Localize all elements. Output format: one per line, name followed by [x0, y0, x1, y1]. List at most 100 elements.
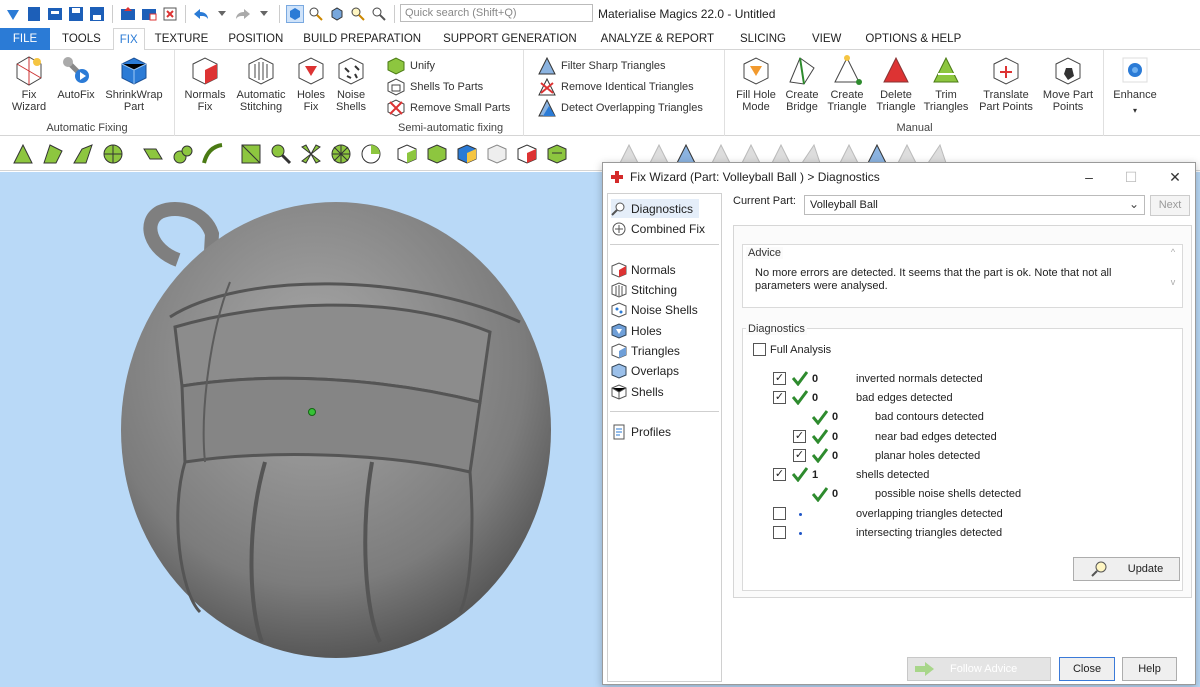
expand-marking-icon[interactable] — [546, 143, 568, 165]
remove-identical-triangles-button[interactable]: Remove Identical Triangles — [537, 77, 694, 97]
select-triangle-icon[interactable] — [12, 143, 34, 165]
select-shell-icon[interactable] — [72, 143, 94, 165]
tab-file[interactable]: FILE — [0, 28, 50, 50]
update-button[interactable]: Update — [1073, 557, 1180, 581]
save-all-icon[interactable] — [88, 5, 106, 23]
nav-item-normals[interactable]: Normals — [611, 260, 682, 279]
zoom-icon[interactable] — [349, 5, 367, 23]
invert-marking-icon[interactable] — [516, 143, 538, 165]
select-sector-icon[interactable] — [360, 143, 382, 165]
overlapping-triangles-checkbox[interactable] — [773, 507, 786, 520]
nav-label-holes: Holes — [631, 323, 662, 338]
close-window-button[interactable]: ✕ — [1163, 167, 1187, 187]
select-plane-icon[interactable] — [142, 143, 164, 165]
move-part-points-button[interactable]: Move Part Points — [1040, 54, 1096, 113]
undo-dropdown-icon[interactable] — [213, 5, 231, 23]
select-cylinder-icon[interactable] — [172, 143, 194, 165]
measure-icon[interactable] — [307, 5, 325, 23]
select-fan-icon[interactable] — [300, 143, 322, 165]
mark-shell-icon[interactable] — [426, 143, 448, 165]
export-icon[interactable] — [140, 5, 158, 23]
new-file-icon[interactable] — [25, 5, 43, 23]
ribbon-group-manual: Fill Hole Mode Create Bridge Create Tria… — [726, 50, 1104, 136]
save-icon[interactable] — [67, 5, 85, 23]
select-surface-icon[interactable] — [42, 143, 64, 165]
undo-icon[interactable] — [192, 5, 210, 23]
noise-shells-button[interactable]: Noise Shells — [332, 54, 370, 113]
nav-item-stitching[interactable]: Stitching — [611, 280, 683, 299]
select-brush-icon[interactable] — [270, 143, 292, 165]
maximize-button[interactable]: ☐ — [1119, 167, 1143, 187]
delete-triangle-button[interactable]: Delete Triangle — [874, 54, 918, 113]
select-box-icon[interactable] — [240, 143, 262, 165]
tab-support-generation[interactable]: SUPPORT GENERATION — [431, 28, 589, 50]
tab-build-preparation[interactable]: BUILD PREPARATION — [293, 28, 431, 50]
nav-item-combined-fix[interactable]: Combined Fix — [611, 219, 711, 238]
select-part-icon[interactable] — [286, 4, 304, 23]
unmark-icon[interactable] — [486, 143, 508, 165]
close-button[interactable]: Close — [1059, 657, 1115, 681]
help-button[interactable]: Help — [1122, 657, 1177, 681]
tab-position[interactable]: POSITION — [218, 28, 293, 50]
near-bad-edges-checkbox[interactable]: ✓ — [793, 430, 806, 443]
trim-triangles-button[interactable]: Trim Triangles — [922, 54, 970, 113]
tab-tools[interactable]: TOOLS — [50, 28, 113, 50]
profiles-icon — [613, 424, 625, 439]
shells-checkbox[interactable]: ✓ — [773, 468, 786, 481]
import-icon[interactable] — [119, 5, 137, 23]
fix-wizard-button[interactable]: Fix Wizard — [6, 54, 52, 113]
nav-item-diagnostics[interactable]: Diagnostics — [611, 199, 700, 218]
detect-overlapping-triangles-button[interactable]: Detect Overlapping Triangles — [537, 98, 703, 118]
inverted-normals-checkbox[interactable]: ✓ — [773, 372, 786, 385]
intersecting-triangles-checkbox[interactable] — [773, 526, 786, 539]
nav-item-overlaps[interactable]: Overlaps — [611, 361, 685, 380]
select-sphere-icon[interactable] — [102, 143, 124, 165]
automatic-stitching-button[interactable]: Automatic Stitching — [232, 54, 290, 113]
quick-search-input[interactable]: Quick search (Shift+Q) — [400, 4, 593, 22]
autofix-button[interactable]: AutoFix — [54, 54, 98, 101]
tab-options-help[interactable]: OPTIONS & HELP — [853, 28, 973, 50]
advice-scrollbar[interactable]: ^ v — [1166, 247, 1180, 305]
nav-item-shells[interactable]: Shells — [611, 382, 670, 401]
shells-to-parts-button[interactable]: Shells To Parts — [386, 77, 483, 97]
create-triangle-button[interactable]: Create Triangle — [824, 54, 870, 113]
full-analysis-checkbox[interactable] — [753, 343, 766, 356]
nav-item-profiles[interactable]: Profiles — [611, 422, 677, 441]
tab-analyze-report[interactable]: ANALYZE & REPORT — [589, 28, 726, 50]
mark-color-icon[interactable] — [456, 143, 478, 165]
follow-advice-button[interactable]: Follow Advice — [907, 657, 1051, 681]
volleyball-model[interactable] — [0, 172, 600, 687]
fill-hole-mode-button[interactable]: Fill Hole Mode — [732, 54, 780, 113]
unify-button[interactable]: Unify — [386, 56, 435, 76]
select-wheel-icon[interactable] — [330, 143, 352, 165]
tab-slicing[interactable]: SLICING — [726, 28, 800, 50]
app-logo-icon[interactable] — [4, 5, 22, 23]
enhance-button[interactable]: Enhance ▾ — [1111, 54, 1159, 117]
nav-item-holes[interactable]: Holes — [611, 321, 668, 340]
filter-sharp-triangles-button[interactable]: Filter Sharp Triangles — [537, 56, 666, 76]
open-file-icon[interactable] — [46, 5, 64, 23]
redo-dropdown-icon[interactable] — [255, 5, 273, 23]
minimize-button[interactable]: – — [1077, 167, 1101, 187]
bad-edges-checkbox[interactable]: ✓ — [773, 391, 786, 404]
next-button[interactable]: Next — [1150, 195, 1190, 216]
tab-texture[interactable]: TEXTURE — [145, 28, 219, 50]
nav-item-noise-shells[interactable]: Noise Shells — [611, 300, 704, 319]
part-view-icon[interactable] — [328, 5, 346, 23]
mark-part-icon[interactable] — [396, 143, 418, 165]
holes-fix-button[interactable]: Holes Fix — [292, 54, 330, 113]
tab-view[interactable]: VIEW — [800, 28, 853, 50]
current-part-select[interactable]: Volleyball Ball ⌄ — [804, 195, 1145, 215]
create-bridge-button[interactable]: Create Bridge — [782, 54, 822, 113]
remove-small-parts-button[interactable]: Remove Small Parts — [386, 98, 510, 118]
close-part-icon[interactable] — [161, 5, 179, 23]
normals-fix-button[interactable]: Normals Fix — [182, 54, 228, 113]
nav-item-triangles[interactable]: Triangles — [611, 341, 686, 360]
shrinkwrap-part-button[interactable]: ShrinkWrap Part — [102, 54, 166, 113]
redo-icon[interactable] — [234, 5, 252, 23]
tab-fix[interactable]: FIX — [112, 28, 145, 51]
planar-holes-checkbox[interactable]: ✓ — [793, 449, 806, 462]
zoom-part-icon[interactable] — [370, 5, 388, 23]
translate-part-points-button[interactable]: Translate Part Points — [976, 54, 1036, 113]
select-curve-icon[interactable] — [202, 143, 224, 165]
